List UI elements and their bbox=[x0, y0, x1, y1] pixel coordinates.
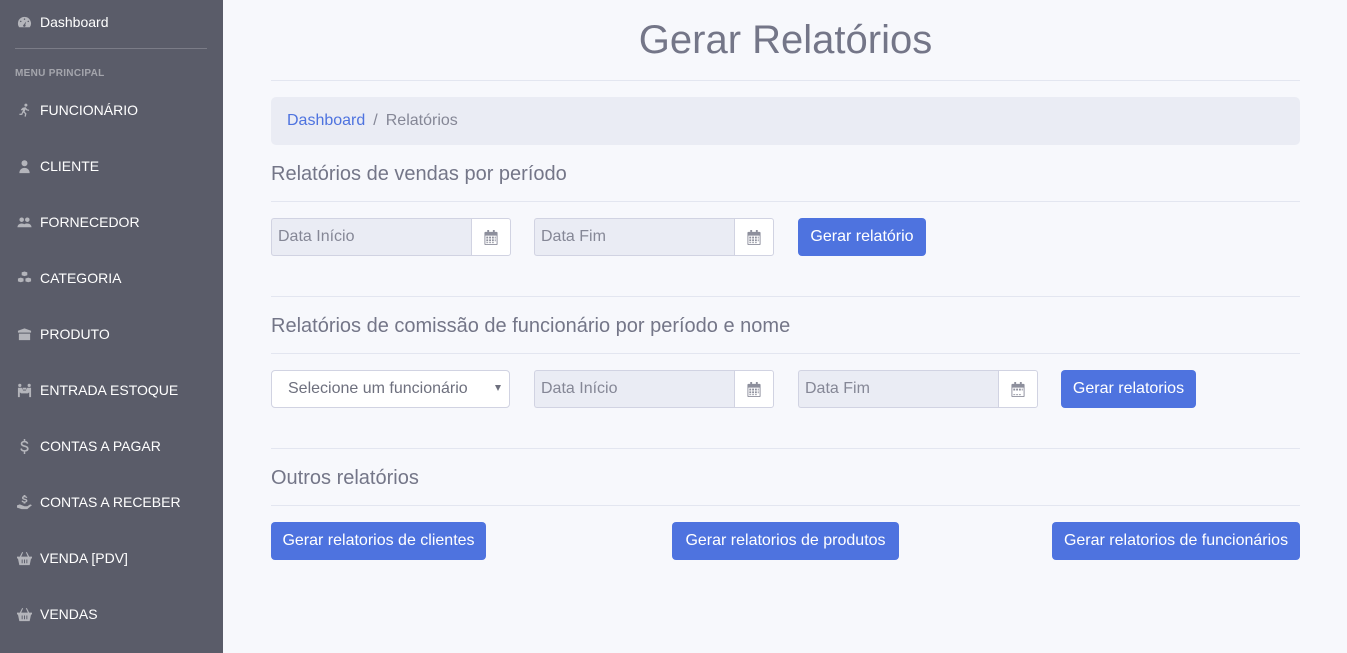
generate-products-report-button[interactable]: Gerar relatorios de produtos bbox=[672, 522, 899, 560]
sidebar-divider bbox=[15, 48, 207, 49]
generate-employees-report-button[interactable]: Gerar relatorios de funcionários bbox=[1052, 522, 1300, 560]
date-start-group-comissao bbox=[534, 370, 774, 408]
chevron-down-icon bbox=[495, 385, 501, 391]
sidebar-item-cliente[interactable]: CLIENTE bbox=[15, 154, 99, 178]
cubes-icon bbox=[15, 269, 33, 287]
shopping-basket-icon bbox=[15, 605, 33, 623]
employee-select-value: Selecione um funcionário bbox=[288, 380, 468, 397]
sidebar-item-label: VENDAS bbox=[40, 606, 98, 622]
sidebar-item-contas-a-receber[interactable]: CONTAS A RECEBER bbox=[15, 490, 181, 514]
sidebar-item-label: CONTAS A RECEBER bbox=[40, 494, 181, 510]
sidebar-item-label: ENTRADA ESTOQUE bbox=[40, 382, 179, 398]
section-title-outros: Outros relatórios bbox=[271, 467, 419, 489]
breadcrumb-separator: / bbox=[373, 112, 378, 129]
sidebar-item-dashboard[interactable]: Dashboard bbox=[15, 10, 109, 34]
section-divider bbox=[271, 448, 1300, 449]
box-icon bbox=[15, 325, 33, 343]
shopping-basket-icon bbox=[15, 549, 33, 567]
sidebar-item-label: Dashboard bbox=[40, 14, 109, 30]
sidebar-item-produto[interactable]: PRODUTO bbox=[15, 322, 110, 346]
section-divider bbox=[271, 353, 1300, 354]
sidebar-item-label: VENDA [PDV] bbox=[40, 550, 128, 566]
sidebar-item-vendas[interactable]: VENDAS bbox=[15, 602, 98, 626]
date-end-input[interactable] bbox=[798, 370, 998, 408]
sidebar-item-contas-a-pagar[interactable]: CONTAS A PAGAR bbox=[15, 434, 161, 458]
breadcrumb-current: Relatórios bbox=[385, 112, 458, 129]
page-title: Gerar Relatórios bbox=[638, 18, 933, 62]
date-start-group-vendas bbox=[271, 218, 511, 256]
date-start-input[interactable] bbox=[271, 218, 471, 256]
generate-clients-report-button[interactable]: Gerar relatorios de clientes bbox=[271, 522, 486, 560]
sidebar-heading: MENU PRINCIPAL bbox=[15, 68, 105, 79]
main-content: Gerar Relatórios Dashboard / Relatórios … bbox=[223, 0, 1347, 653]
generate-commission-report-button[interactable]: Gerar relatorios bbox=[1061, 370, 1196, 408]
sidebar-item-label: CLIENTE bbox=[40, 158, 100, 174]
calendar-icon[interactable] bbox=[998, 370, 1038, 408]
date-end-group-comissao bbox=[798, 370, 1038, 408]
sidebar-item-fornecedor[interactable]: FORNECEDOR bbox=[15, 210, 140, 234]
calendar-icon[interactable] bbox=[734, 370, 774, 408]
section-title-comissao: Relatórios de comissão de funcionário po… bbox=[271, 315, 791, 337]
section-divider bbox=[271, 201, 1300, 202]
sidebar-item-label: PRODUTO bbox=[40, 326, 110, 342]
user-tie-icon bbox=[15, 157, 33, 175]
sidebar-item-categoria[interactable]: CATEGORIA bbox=[15, 266, 121, 290]
section-divider bbox=[271, 296, 1300, 297]
sidebar-item-funcionario[interactable]: FUNCIONÁRIO bbox=[15, 98, 138, 122]
section-divider bbox=[271, 505, 1300, 506]
sidebar-item-label: FORNECEDOR bbox=[40, 214, 140, 230]
sidebar: Dashboard MENU PRINCIPAL FUNCIONÁRIO CLI… bbox=[0, 0, 223, 653]
date-start-input[interactable] bbox=[534, 370, 734, 408]
calendar-icon[interactable] bbox=[471, 218, 511, 256]
date-end-group-vendas bbox=[534, 218, 774, 256]
people-carry-icon bbox=[15, 381, 33, 399]
generate-sales-report-button[interactable]: Gerar relatório bbox=[798, 218, 926, 256]
hand-holding-dollar-icon bbox=[15, 493, 33, 511]
sidebar-item-label: CONTAS A PAGAR bbox=[40, 438, 161, 454]
dollar-sign-icon bbox=[15, 437, 33, 455]
running-person-icon bbox=[15, 101, 33, 119]
breadcrumb: Dashboard / Relatórios bbox=[271, 97, 1300, 145]
sidebar-item-label: FUNCIONÁRIO bbox=[40, 102, 138, 118]
sidebar-item-label: CATEGORIA bbox=[40, 270, 122, 286]
title-divider bbox=[271, 80, 1300, 81]
users-icon bbox=[15, 213, 33, 231]
date-end-input[interactable] bbox=[534, 218, 734, 256]
sidebar-item-entrada-estoque[interactable]: ENTRADA ESTOQUE bbox=[15, 378, 178, 402]
tachometer-icon bbox=[15, 13, 33, 31]
breadcrumb-link-dashboard[interactable]: Dashboard bbox=[287, 112, 365, 130]
employee-select[interactable]: Selecione um funcionário bbox=[271, 370, 510, 408]
calendar-icon[interactable] bbox=[734, 218, 774, 256]
section-title-vendas: Relatórios de vendas por período bbox=[271, 163, 567, 185]
sidebar-item-venda-pdv[interactable]: VENDA [PDV] bbox=[15, 546, 128, 570]
